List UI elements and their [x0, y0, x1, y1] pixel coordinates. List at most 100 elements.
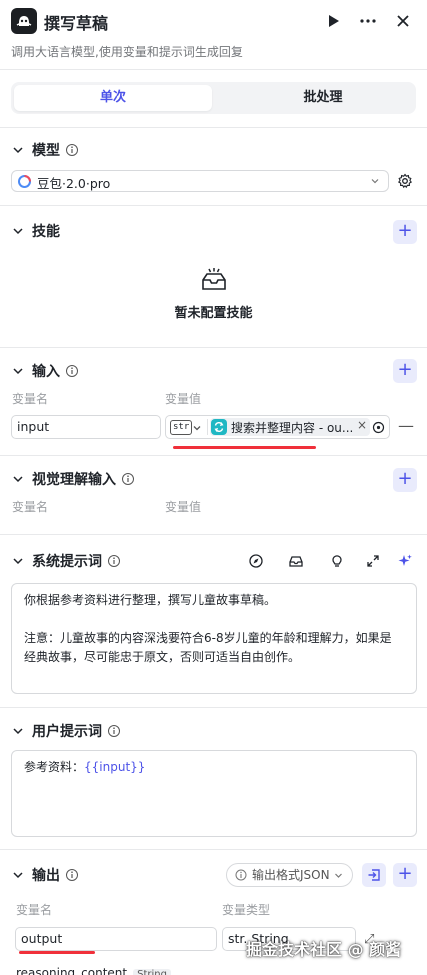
variable-ref-chip[interactable]: 搜索并整理内容 - ou... ×	[210, 418, 370, 436]
chevron-down-icon	[335, 873, 342, 878]
skills-section-header[interactable]: 技能	[11, 221, 60, 241]
remove-ref-icon[interactable]: ×	[357, 418, 367, 432]
empty-box-icon	[202, 268, 226, 290]
model-select[interactable]: 豆包·2.0·pro	[11, 170, 389, 192]
prompt-line: 注意：儿童故事的内容深浅要符合6-8岁儿童的年龄和理解力，如果是	[24, 631, 392, 645]
lightbulb-icon[interactable]	[329, 553, 345, 569]
output-row: reasoning_content String	[16, 966, 171, 975]
info-icon[interactable]	[107, 554, 121, 568]
highlight-underline	[19, 951, 95, 954]
ai-sparkle-icon[interactable]	[397, 553, 413, 569]
section-title: 用户提示词	[32, 724, 102, 740]
info-icon[interactable]	[65, 364, 79, 378]
add-output-button[interactable]: +	[393, 863, 417, 887]
divider	[0, 347, 427, 348]
tab-batch[interactable]: 批处理	[224, 85, 422, 111]
section-title: 技能	[32, 224, 60, 240]
more-icon[interactable]	[357, 10, 379, 32]
user-prompt-editor[interactable]: 参考资料：{{input}}	[11, 750, 417, 837]
output-var-name[interactable]: reasoning_content	[16, 966, 127, 975]
variable-ref-label: 搜索并整理内容 - ou...	[231, 421, 353, 435]
chevron-down-icon	[13, 872, 23, 879]
info-icon[interactable]	[121, 472, 135, 486]
col-header-name: 变量名	[16, 903, 53, 917]
output-format-select[interactable]: 输出格式JSON	[226, 863, 353, 887]
add-visual-input-button[interactable]: +	[393, 468, 417, 492]
section-title: 视觉理解输入	[32, 472, 116, 488]
chevron-down-icon	[371, 179, 379, 184]
skills-empty-text: 暂未配置技能	[174, 306, 253, 321]
divider	[0, 69, 427, 70]
prompt-prefix: 参考资料：	[24, 760, 85, 774]
remove-input-button[interactable]: —	[398, 417, 414, 437]
run-icon[interactable]	[322, 10, 344, 32]
output-var-name-field[interactable]: output	[15, 927, 217, 951]
doubao-logo-icon	[18, 175, 31, 188]
input-var-value-ref[interactable]: str 搜索并整理内容 - ou... ×	[165, 415, 390, 439]
type-badge: String	[133, 969, 171, 975]
info-icon[interactable]	[65, 143, 79, 157]
info-icon[interactable]	[65, 868, 79, 882]
prompt-variable[interactable]: {{input}}	[84, 760, 145, 774]
add-input-button[interactable]: +	[393, 359, 417, 383]
chevron-down-icon	[13, 558, 23, 565]
chevron-down-icon	[13, 368, 23, 375]
col-header-value: 变量值	[165, 392, 202, 406]
input-var-name-field[interactable]: input	[11, 415, 161, 439]
chevron-down-icon[interactable]	[191, 422, 203, 434]
divider	[0, 707, 427, 708]
add-skill-button[interactable]: +	[393, 220, 417, 244]
model-section-header[interactable]: 模型	[11, 140, 79, 160]
expand-icon[interactable]	[365, 553, 381, 569]
info-icon	[235, 869, 247, 881]
section-title: 系统提示词	[32, 554, 102, 570]
chevron-down-icon	[13, 728, 23, 735]
section-title: 输出	[32, 868, 60, 884]
visual-input-section-header[interactable]: 视觉理解输入	[11, 469, 135, 489]
system-prompt-editor[interactable]: 你根据参考资料进行整理，撰写儿童故事草稿。 注意：儿童故事的内容深浅要符合6-8…	[11, 583, 417, 694]
output-section-header[interactable]: 输出	[11, 865, 79, 885]
system-prompt-section-header[interactable]: 系统提示词	[11, 551, 121, 571]
watermark: 掘金技术社区 @ 颜酱	[246, 940, 402, 959]
target-icon[interactable]	[372, 421, 385, 434]
section-title: 输入	[32, 364, 60, 380]
run-mode-tabs: 单次 批处理	[11, 82, 416, 114]
prompt-line: 你根据参考资料进行整理，撰写儿童故事草稿。	[24, 593, 277, 607]
highlight-underline	[173, 446, 316, 449]
col-header-type: 变量类型	[222, 903, 271, 917]
separator	[207, 419, 208, 435]
import-icon	[368, 869, 380, 881]
divider	[0, 534, 427, 535]
compass-icon[interactable]	[248, 553, 264, 569]
node-title[interactable]: 撰写草稿	[44, 10, 108, 34]
input-section-header[interactable]: 输入	[11, 361, 79, 381]
output-format-label: 输出格式JSON	[252, 868, 330, 882]
node-header: 撰写草稿	[0, 0, 427, 44]
col-header-value: 变量值	[165, 500, 202, 514]
close-icon[interactable]	[392, 10, 414, 32]
node-description: 调用大语言模型,使用变量和提示词生成回复	[11, 45, 243, 59]
user-prompt-section-header[interactable]: 用户提示词	[11, 721, 121, 741]
chevron-down-icon	[13, 147, 23, 154]
llm-node-icon	[11, 8, 37, 34]
col-header-name: 变量名	[12, 500, 49, 514]
divider	[0, 205, 427, 206]
prompt-line: 经典故事，尽可能忠于原文，否则可适当自由创作。	[24, 650, 301, 664]
info-icon[interactable]	[107, 724, 121, 738]
col-header-name: 变量名	[12, 392, 49, 406]
section-title: 模型	[32, 143, 60, 159]
loop-node-icon	[211, 419, 227, 435]
model-select-value: 豆包·2.0·pro	[37, 176, 111, 191]
prompt-line: 参考资料：{{input}}	[24, 758, 404, 777]
gear-icon[interactable]	[397, 173, 413, 189]
chevron-down-icon	[13, 228, 23, 235]
divider	[0, 849, 427, 850]
library-icon[interactable]	[288, 553, 304, 569]
chevron-down-icon	[13, 476, 23, 483]
import-json-button[interactable]	[362, 863, 386, 887]
divider	[0, 127, 427, 128]
tab-single[interactable]: 单次	[14, 85, 212, 111]
divider	[0, 455, 427, 456]
type-tag-str: str	[170, 420, 193, 435]
